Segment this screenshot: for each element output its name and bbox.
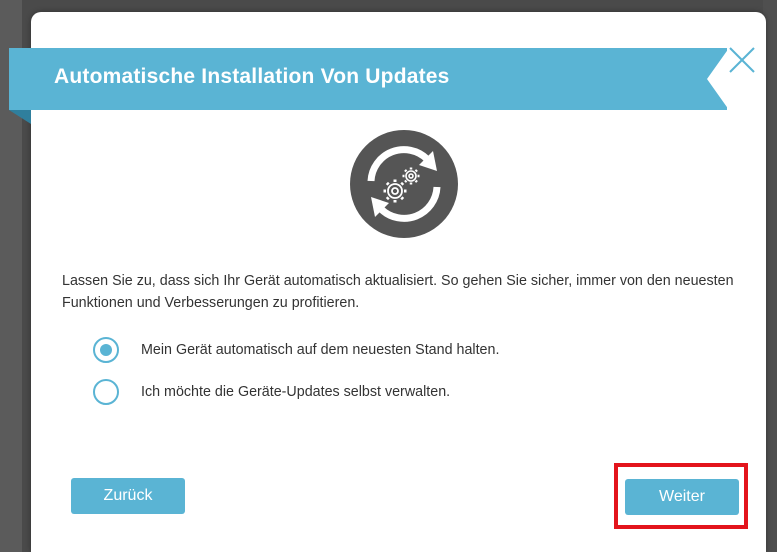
radio-dot <box>100 344 112 356</box>
option-auto-update-label: Mein Gerät automatisch auf dem neuesten … <box>141 342 500 358</box>
close-button[interactable] <box>722 40 762 80</box>
radio-button-selected[interactable] <box>93 337 119 363</box>
update-dialog: Automatische Installation Von Updates La… <box>9 12 766 552</box>
auto-update-icon <box>349 129 459 239</box>
dialog-title: Automatische Installation Von Updates <box>54 65 450 88</box>
description-text: Lassen Sie zu, dass sich Ihr Gerät autom… <box>62 273 734 311</box>
option-manual-update[interactable]: Ich möchte die Geräte-Updates selbst ver… <box>93 377 450 407</box>
radio-button[interactable] <box>93 379 119 405</box>
option-manual-update-label: Ich möchte die Geräte-Updates selbst ver… <box>141 384 451 400</box>
ribbon-fold <box>9 110 31 124</box>
highlight-box <box>614 463 748 529</box>
back-button[interactable]: Zurück <box>71 478 185 514</box>
close-icon <box>729 47 755 73</box>
option-auto-update[interactable]: Mein Gerät automatisch auf dem neuesten … <box>93 335 499 365</box>
